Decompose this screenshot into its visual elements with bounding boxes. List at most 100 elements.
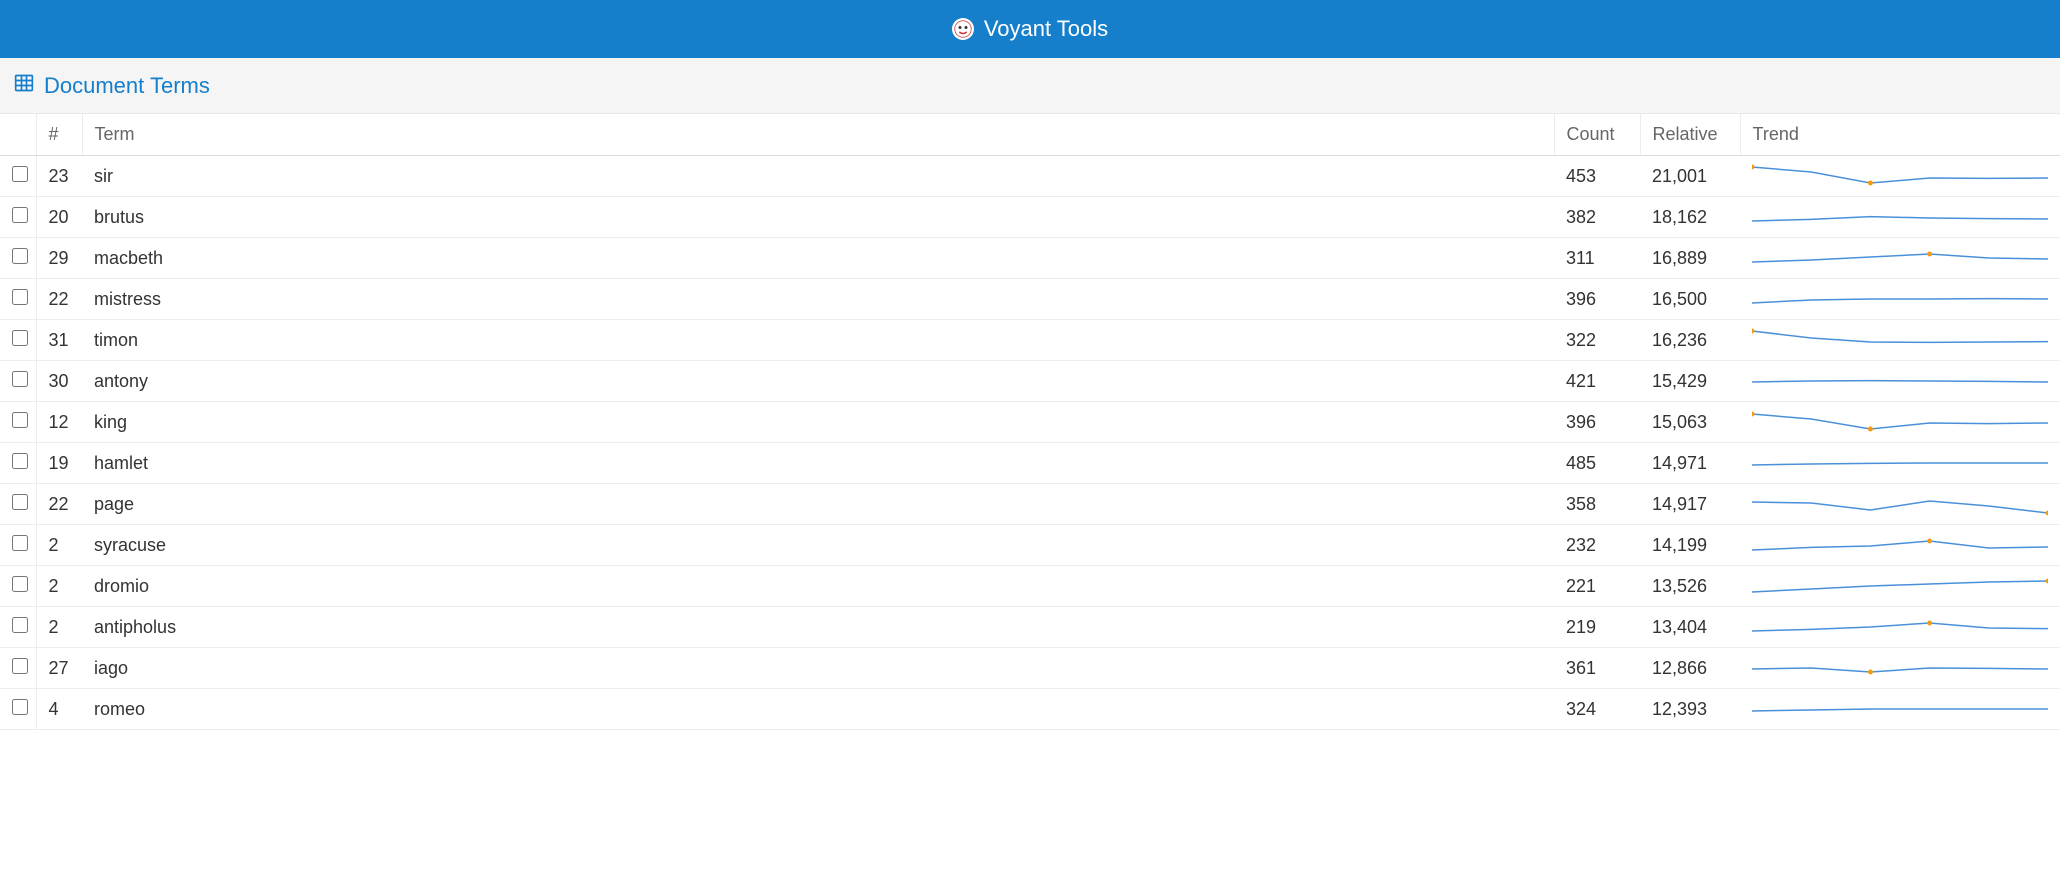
sparkline-icon (1752, 615, 2048, 639)
table-row[interactable]: 29macbeth31116,889 (0, 238, 2060, 279)
table-row[interactable]: 23sir45321,001 (0, 156, 2060, 197)
row-checkbox-cell (0, 443, 36, 484)
row-checkbox-cell (0, 689, 36, 730)
row-trend (1740, 525, 2060, 566)
sparkline-icon (1752, 656, 2048, 680)
row-count: 219 (1554, 607, 1640, 648)
table-row[interactable]: 19hamlet48514,971 (0, 443, 2060, 484)
row-term: king (82, 402, 1554, 443)
row-checkbox[interactable] (12, 699, 28, 715)
row-trend (1740, 402, 2060, 443)
table-header-row: # Term Count Relative Trend (0, 114, 2060, 156)
row-trend (1740, 156, 2060, 197)
row-checkbox[interactable] (12, 453, 28, 469)
sparkline-icon (1752, 369, 2048, 393)
row-checkbox[interactable] (12, 494, 28, 510)
table-row[interactable]: 2antipholus21913,404 (0, 607, 2060, 648)
col-header-num[interactable]: # (36, 114, 82, 156)
row-count: 221 (1554, 566, 1640, 607)
row-checkbox[interactable] (12, 166, 28, 182)
row-count: 396 (1554, 279, 1640, 320)
app-header: Voyant Tools (0, 0, 2060, 58)
table-row[interactable]: 2dromio22113,526 (0, 566, 2060, 607)
row-count: 322 (1554, 320, 1640, 361)
row-checkbox[interactable] (12, 535, 28, 551)
row-relative: 21,001 (1640, 156, 1740, 197)
table-row[interactable]: 22mistress39616,500 (0, 279, 2060, 320)
row-relative: 15,429 (1640, 361, 1740, 402)
col-header-trend[interactable]: Trend (1740, 114, 2060, 156)
row-num: 2 (36, 525, 82, 566)
row-num: 27 (36, 648, 82, 689)
row-num: 2 (36, 607, 82, 648)
row-trend (1740, 197, 2060, 238)
row-term: mistress (82, 279, 1554, 320)
table-row[interactable]: 20brutus38218,162 (0, 197, 2060, 238)
sparkline-icon (1752, 287, 2048, 311)
row-checkbox[interactable] (12, 658, 28, 674)
row-term: antipholus (82, 607, 1554, 648)
row-relative: 16,889 (1640, 238, 1740, 279)
row-num: 4 (36, 689, 82, 730)
sparkline-icon (1752, 492, 2048, 516)
row-num: 23 (36, 156, 82, 197)
row-term: page (82, 484, 1554, 525)
row-relative: 12,866 (1640, 648, 1740, 689)
row-term: macbeth (82, 238, 1554, 279)
row-count: 396 (1554, 402, 1640, 443)
col-header-count[interactable]: Count (1554, 114, 1640, 156)
row-checkbox[interactable] (12, 330, 28, 346)
table-row[interactable]: 27iago36112,866 (0, 648, 2060, 689)
row-checkbox-cell (0, 238, 36, 279)
row-num: 19 (36, 443, 82, 484)
row-checkbox[interactable] (12, 289, 28, 305)
table-row[interactable]: 12king39615,063 (0, 402, 2060, 443)
row-term: dromio (82, 566, 1554, 607)
col-header-relative[interactable]: Relative (1640, 114, 1740, 156)
row-checkbox-cell (0, 525, 36, 566)
row-term: brutus (82, 197, 1554, 238)
row-num: 2 (36, 566, 82, 607)
grid-icon (14, 73, 34, 99)
table-row[interactable]: 4romeo32412,393 (0, 689, 2060, 730)
row-trend (1740, 320, 2060, 361)
row-checkbox[interactable] (12, 248, 28, 264)
sparkline-icon (1752, 328, 2048, 352)
row-count: 485 (1554, 443, 1640, 484)
panel-title[interactable]: Document Terms (44, 73, 210, 99)
table-row[interactable]: 2syracuse23214,199 (0, 525, 2060, 566)
row-relative: 13,526 (1640, 566, 1740, 607)
row-num: 31 (36, 320, 82, 361)
row-checkbox[interactable] (12, 412, 28, 428)
row-relative: 15,063 (1640, 402, 1740, 443)
row-checkbox-cell (0, 156, 36, 197)
row-checkbox[interactable] (12, 576, 28, 592)
row-term: iago (82, 648, 1554, 689)
row-term: romeo (82, 689, 1554, 730)
row-trend (1740, 443, 2060, 484)
col-header-term[interactable]: Term (82, 114, 1554, 156)
row-relative: 12,393 (1640, 689, 1740, 730)
row-term: antony (82, 361, 1554, 402)
col-header-checkbox[interactable] (0, 114, 36, 156)
panel-header: Document Terms (0, 58, 2060, 114)
row-checkbox[interactable] (12, 371, 28, 387)
app-title: Voyant Tools (984, 16, 1108, 42)
row-term: hamlet (82, 443, 1554, 484)
row-trend (1740, 689, 2060, 730)
table-row[interactable]: 22page35814,917 (0, 484, 2060, 525)
row-checkbox-cell (0, 484, 36, 525)
row-relative: 16,236 (1640, 320, 1740, 361)
row-checkbox-cell (0, 197, 36, 238)
row-trend (1740, 648, 2060, 689)
row-checkbox[interactable] (12, 617, 28, 633)
row-trend (1740, 279, 2060, 320)
row-count: 358 (1554, 484, 1640, 525)
row-trend (1740, 607, 2060, 648)
row-trend (1740, 566, 2060, 607)
table-row[interactable]: 31timon32216,236 (0, 320, 2060, 361)
row-term: sir (82, 156, 1554, 197)
table-row[interactable]: 30antony42115,429 (0, 361, 2060, 402)
row-checkbox[interactable] (12, 207, 28, 223)
sparkline-icon (1752, 410, 2048, 434)
